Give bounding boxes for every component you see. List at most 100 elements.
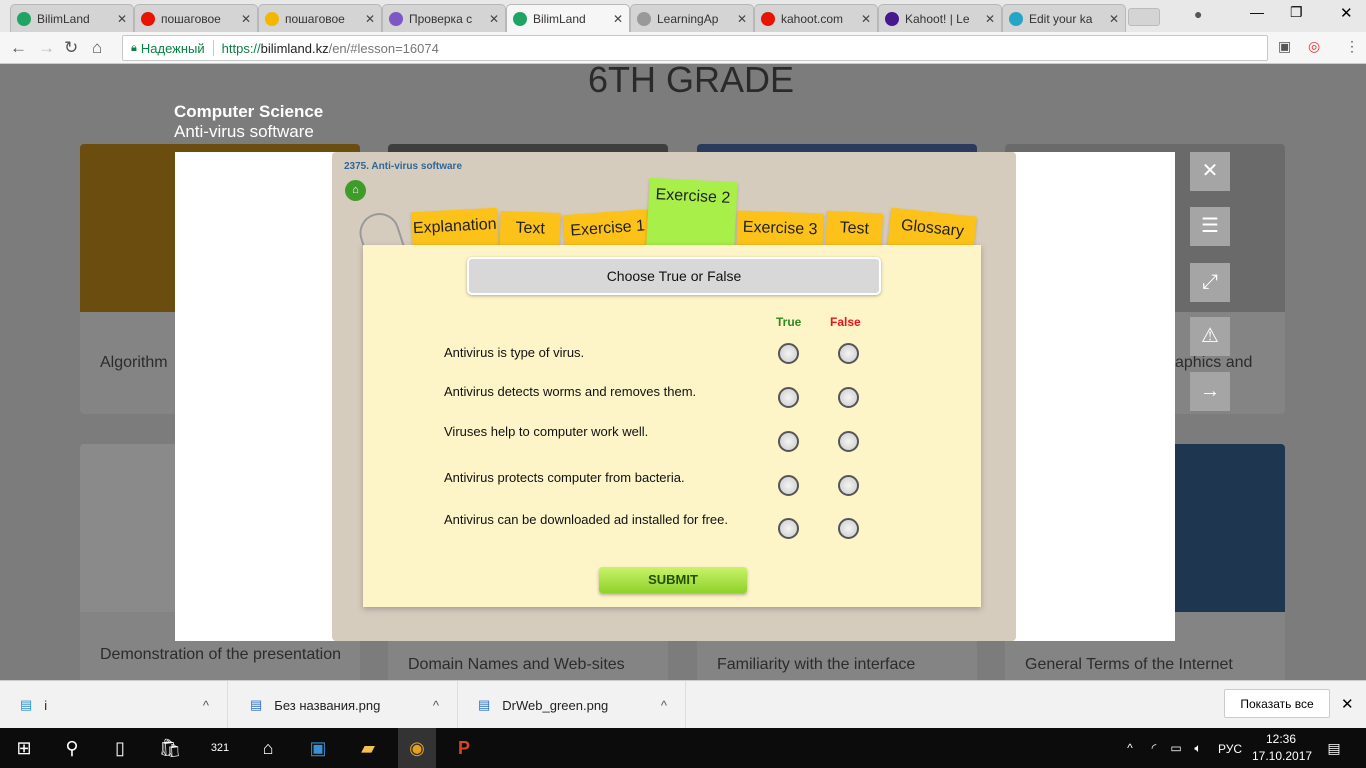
chevron-up-icon[interactable]: ^ bbox=[433, 698, 439, 713]
home-button[interactable]: ⌂ bbox=[345, 180, 366, 201]
address-bar[interactable]: 🔒︎ Надежный https://bilimland.kz/en/#les… bbox=[122, 35, 1268, 61]
bilimland-icon bbox=[17, 11, 31, 26]
close-icon[interactable]: ✕ bbox=[1190, 152, 1230, 191]
browser-tab[interactable]: Edit your ka ✕ bbox=[1002, 4, 1126, 32]
close-tab-icon[interactable]: ✕ bbox=[737, 12, 747, 26]
true-radio[interactable] bbox=[778, 518, 799, 539]
question-text: Antivirus detects worms and removes them… bbox=[444, 384, 697, 399]
language-indicator[interactable]: РУС bbox=[1218, 742, 1242, 756]
submit-button[interactable]: SUBMIT bbox=[599, 567, 747, 593]
taskbar: ⊞ ⚲ ▯ 🛍︎ 321 ⌂ ▣ ▰ ◉ P ^ ◜ ▭ 🔈︎ РУС 12:3… bbox=[0, 728, 1366, 768]
video-app-icon[interactable]: 321 bbox=[208, 736, 232, 760]
task-view-icon[interactable]: ▯ bbox=[108, 736, 132, 760]
true-radio[interactable] bbox=[778, 475, 799, 496]
false-radio[interactable] bbox=[838, 475, 859, 496]
lock-icon: 🔒︎ bbox=[131, 41, 137, 54]
learningapps-icon bbox=[637, 11, 651, 26]
image-icon bbox=[265, 11, 279, 26]
browser-tab[interactable]: пошаговое ✕ bbox=[258, 4, 382, 32]
extension-icon[interactable]: ▣ bbox=[1278, 38, 1291, 55]
monitor-app-icon[interactable]: ▣ bbox=[306, 736, 330, 760]
forms-icon bbox=[389, 11, 403, 26]
browser-tab[interactable]: kahoot.com ✕ bbox=[754, 4, 878, 32]
true-radio[interactable] bbox=[778, 387, 799, 408]
show-all-button[interactable]: Показать все bbox=[1224, 689, 1330, 718]
battery-icon[interactable]: ▭ bbox=[1164, 736, 1188, 760]
false-radio[interactable] bbox=[838, 343, 859, 364]
store-icon[interactable]: 🛍︎ bbox=[158, 736, 182, 760]
chevron-up-icon[interactable]: ^ bbox=[661, 698, 667, 713]
question-text: Antivirus can be downloaded ad installed… bbox=[444, 512, 729, 527]
browser-tab[interactable]: пошаговое ✕ bbox=[134, 4, 258, 32]
true-column-header: True bbox=[776, 315, 802, 329]
browser-tab[interactable]: BilimLand ✕ bbox=[10, 4, 134, 32]
download-item[interactable]: ▤ DrWeb_green.png ^ bbox=[458, 681, 686, 729]
true-radio[interactable] bbox=[778, 343, 799, 364]
new-tab-button[interactable] bbox=[1128, 8, 1160, 26]
browser-tab[interactable]: BilimLand ✕ bbox=[506, 4, 630, 32]
false-column-header: False bbox=[830, 315, 861, 329]
false-radio[interactable] bbox=[838, 518, 859, 539]
grade-heading: 6TH GRADE bbox=[588, 65, 795, 100]
topic-title: Anti-virus software bbox=[174, 122, 314, 141]
close-tab-icon[interactable]: ✕ bbox=[489, 12, 499, 26]
file-explorer-icon[interactable]: ▰ bbox=[356, 736, 380, 760]
powerpoint-icon[interactable]: P bbox=[452, 736, 476, 760]
tray-chevron-icon[interactable]: ^ bbox=[1118, 736, 1142, 760]
back-icon[interactable]: ← bbox=[10, 38, 27, 58]
browser-tab[interactable]: Проверка с ✕ bbox=[382, 4, 506, 32]
question-text: Viruses help to computer work well. bbox=[444, 424, 649, 439]
tab-strip: BilimLand ✕ пошаговое ✕ пошаговое ✕ Проверка с… bbox=[0, 0, 1366, 32]
false-radio[interactable] bbox=[838, 387, 859, 408]
maximize-button[interactable]: ❐ bbox=[1290, 4, 1303, 21]
url-host: bilimland.kz bbox=[260, 40, 329, 56]
close-tab-icon[interactable]: ✕ bbox=[241, 12, 251, 26]
close-tab-icon[interactable]: ✕ bbox=[985, 12, 995, 26]
lesson-title: 2375. Anti-virus software bbox=[344, 161, 463, 172]
url-scheme: https:// bbox=[221, 40, 261, 56]
windows-start-icon[interactable]: ⊞ bbox=[12, 736, 36, 760]
close-tab-icon[interactable]: ✕ bbox=[117, 12, 127, 26]
volume-icon[interactable]: 🔈︎ bbox=[1186, 736, 1210, 760]
close-tab-icon[interactable]: ✕ bbox=[861, 12, 871, 26]
menu-icon[interactable]: ☰ bbox=[1190, 207, 1230, 246]
browser-tab[interactable]: LearningAp ✕ bbox=[630, 4, 754, 32]
clock-date[interactable]: 17.10.2017 bbox=[1252, 749, 1312, 763]
clock-time[interactable]: 12:36 bbox=[1266, 732, 1296, 746]
profile-icon[interactable]: ● bbox=[1194, 6, 1202, 22]
close-tab-icon[interactable]: ✕ bbox=[1109, 12, 1119, 26]
search-icon[interactable]: ⚲ bbox=[60, 736, 84, 760]
kahoot-icon bbox=[885, 11, 899, 26]
instruction-box: Choose True or False bbox=[467, 257, 881, 295]
home-app-icon[interactable]: ⌂ bbox=[256, 736, 280, 760]
notifications-icon[interactable]: ▤ bbox=[1322, 736, 1346, 760]
subject-title: Computer Science bbox=[174, 102, 324, 121]
arrow-right-icon[interactable]: → bbox=[1190, 372, 1230, 411]
download-item[interactable]: ▤ Без названия.png ^ bbox=[230, 681, 458, 729]
close-tab-icon[interactable]: ✕ bbox=[613, 12, 623, 26]
minimize-button[interactable]: — bbox=[1250, 4, 1264, 20]
menu-icon[interactable]: ⋮ bbox=[1345, 38, 1359, 55]
wifi-icon[interactable]: ◜ bbox=[1142, 736, 1166, 760]
lesson-tab[interactable]: Exercise 2 bbox=[646, 177, 738, 251]
close-window-button[interactable]: ✕ bbox=[1340, 4, 1353, 22]
question-text: Antivirus protects computer from bacteri… bbox=[444, 470, 685, 485]
close-tab-icon[interactable]: ✕ bbox=[365, 12, 375, 26]
false-radio[interactable] bbox=[838, 431, 859, 452]
chevron-up-icon[interactable]: ^ bbox=[203, 698, 209, 713]
forward-icon[interactable]: → bbox=[38, 38, 55, 58]
fullscreen-icon[interactable]: ⤢ bbox=[1190, 263, 1230, 302]
bilimland-icon bbox=[513, 11, 527, 26]
reload-icon[interactable]: ↻ bbox=[64, 38, 78, 58]
extension-target-icon[interactable]: ◎ bbox=[1308, 38, 1320, 55]
close-downloads-icon[interactable]: ✕ bbox=[1341, 695, 1354, 713]
download-item[interactable]: ▤ i ^ bbox=[0, 681, 228, 729]
browser-tab[interactable]: Kahoot! | Le ✕ bbox=[878, 4, 1002, 32]
chrome-icon[interactable]: ◉ bbox=[398, 728, 436, 768]
true-radio[interactable] bbox=[778, 431, 799, 452]
url-path: /en/#lesson=16074 bbox=[328, 40, 439, 56]
warning-icon[interactable]: ⚠ bbox=[1190, 317, 1230, 356]
downloads-bar: ▤ i ^ ▤ Без названия.png ^ ▤ DrWeb_green.png ^… bbox=[0, 680, 1366, 729]
home-icon[interactable]: ⌂ bbox=[92, 38, 102, 58]
secure-label: Надежный bbox=[140, 40, 205, 56]
